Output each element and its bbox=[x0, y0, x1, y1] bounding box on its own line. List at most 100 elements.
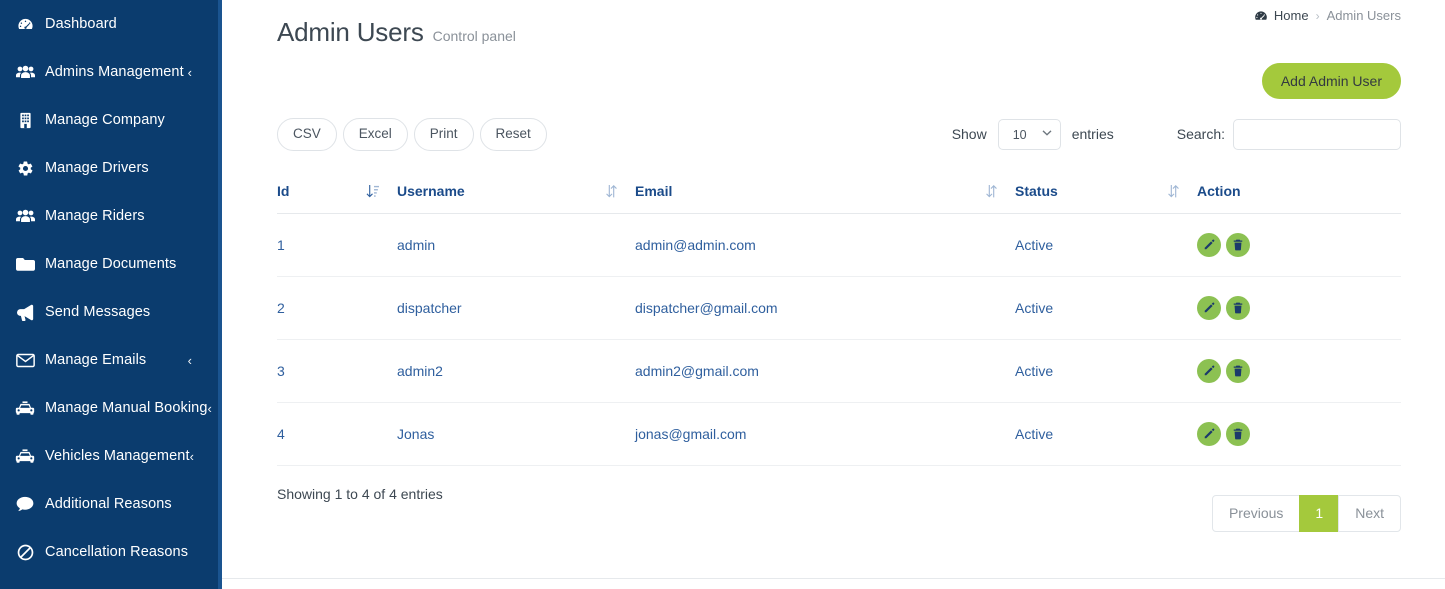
show-entries-control: Show 10 25 50 100 ent bbox=[952, 118, 1114, 150]
cell-id: 4 bbox=[277, 402, 397, 466]
edit-button[interactable] bbox=[1197, 295, 1221, 320]
cell-status: Active bbox=[1015, 339, 1197, 403]
entries-select-wrap: 10 25 50 100 bbox=[997, 118, 1061, 150]
table-row: 3 admin2 admin2@gmail.com Active bbox=[277, 339, 1401, 403]
sidebar-item-manage-drivers[interactable]: Manage Drivers bbox=[0, 144, 222, 192]
pagination-previous-button[interactable]: Previous bbox=[1211, 494, 1301, 532]
main-content: Admin Users Control panel Home › Admin U… bbox=[222, 0, 1445, 589]
pencil-icon bbox=[1203, 365, 1215, 377]
trash-icon bbox=[1232, 239, 1244, 251]
sidebar-item-dashboard[interactable]: Dashboard bbox=[0, 0, 222, 48]
trash-icon bbox=[1232, 365, 1244, 377]
sidebar-item-admins-management[interactable]: Admins Management ‹ bbox=[0, 48, 222, 96]
column-label: Id bbox=[277, 182, 290, 199]
print-button[interactable]: Print bbox=[413, 118, 474, 151]
sidebar-item-cancellation-reasons[interactable]: Cancellation Reasons bbox=[0, 528, 222, 576]
table-body: 1 admin admin@admin.com Active 2 dispatc… bbox=[277, 213, 1401, 466]
sort-icon bbox=[606, 184, 617, 198]
column-header-username[interactable]: Username bbox=[397, 174, 635, 214]
table-head: Id Username Email Status Action bbox=[277, 174, 1401, 214]
envelope-icon bbox=[14, 353, 36, 368]
export-excel-button[interactable]: Excel bbox=[342, 118, 408, 151]
table-footer: Showing 1 to 4 of 4 entries Previous 1 N… bbox=[277, 486, 1401, 532]
sidebar-item-label: Manage Company bbox=[45, 112, 165, 128]
cell-status: Active bbox=[1015, 213, 1197, 277]
sidebar-item-label: Admins Management bbox=[45, 64, 184, 80]
admin-users-page: Dashboard Admins Management ‹ Manage Com… bbox=[0, 0, 1445, 589]
page-title: Admin Users bbox=[277, 17, 424, 48]
building-icon bbox=[14, 112, 36, 129]
trash-icon bbox=[1232, 428, 1244, 440]
sidebar-item-manage-riders[interactable]: Manage Riders bbox=[0, 192, 222, 240]
column-header-status[interactable]: Status bbox=[1015, 174, 1197, 214]
sidebar-item-manage-manual-booking[interactable]: Manage Manual Booking ‹ bbox=[0, 384, 222, 432]
pagination-next-button[interactable]: Next bbox=[1338, 494, 1401, 532]
sidebar-item-label: Manage Riders bbox=[45, 208, 145, 224]
sidebar-item-manage-documents[interactable]: Manage Documents bbox=[0, 240, 222, 288]
table-toolbar: CSV Excel Print Reset Show 10 25 50 bbox=[277, 118, 1401, 151]
delete-button[interactable] bbox=[1226, 295, 1250, 320]
pagination: Previous 1 Next bbox=[1211, 494, 1401, 532]
sidebar: Dashboard Admins Management ‹ Manage Com… bbox=[0, 0, 222, 589]
entries-label: entries bbox=[1071, 126, 1114, 143]
column-header-email[interactable]: Email bbox=[635, 174, 1015, 214]
export-buttons-group: CSV Excel Print Reset bbox=[277, 118, 547, 151]
cell-username: admin bbox=[397, 213, 635, 277]
sidebar-item-additional-reasons[interactable]: Additional Reasons bbox=[0, 480, 222, 528]
column-label: Action bbox=[1197, 182, 1241, 199]
folder-icon bbox=[14, 256, 36, 272]
tachometer-icon bbox=[14, 16, 36, 33]
column-label: Username bbox=[397, 182, 465, 199]
trash-icon bbox=[1232, 302, 1244, 314]
sort-amount-down-icon bbox=[366, 184, 379, 198]
pencil-icon bbox=[1203, 302, 1215, 314]
sidebar-item-label: Dashboard bbox=[45, 16, 117, 32]
delete-button[interactable] bbox=[1226, 421, 1250, 446]
edit-button[interactable] bbox=[1197, 232, 1221, 257]
cell-id: 2 bbox=[277, 276, 397, 340]
sidebar-item-send-messages[interactable]: Send Messages bbox=[0, 288, 222, 336]
table-header-row: Id Username Email Status Action bbox=[277, 174, 1401, 214]
edit-button[interactable] bbox=[1197, 421, 1221, 446]
delete-button[interactable] bbox=[1226, 358, 1250, 383]
cell-username: admin2 bbox=[397, 339, 635, 403]
search-label: Search: bbox=[1176, 126, 1225, 143]
column-header-action: Action bbox=[1197, 174, 1401, 214]
cell-action bbox=[1197, 339, 1401, 403]
column-label: Email bbox=[635, 182, 673, 199]
reset-button[interactable]: Reset bbox=[479, 118, 547, 151]
sidebar-item-manage-emails[interactable]: Manage Emails ‹ bbox=[0, 336, 222, 384]
delete-button[interactable] bbox=[1226, 232, 1250, 257]
column-header-id[interactable]: Id bbox=[277, 174, 397, 214]
search-input[interactable] bbox=[1233, 118, 1401, 150]
edit-button[interactable] bbox=[1197, 358, 1221, 383]
add-admin-user-button[interactable]: Add Admin User bbox=[1261, 63, 1401, 99]
entries-info: Showing 1 to 4 of 4 entries bbox=[277, 485, 443, 502]
chevron-left-icon: ‹ bbox=[187, 64, 192, 80]
entries-select[interactable]: 10 25 50 100 bbox=[997, 118, 1061, 150]
cell-action bbox=[1197, 402, 1401, 466]
breadcrumb-current: Admin Users bbox=[1326, 8, 1401, 23]
table-row: 2 dispatcher dispatcher@gmail.com Active bbox=[277, 276, 1401, 340]
breadcrumb-home-link[interactable]: Home bbox=[1274, 8, 1309, 23]
export-csv-button[interactable]: CSV bbox=[277, 118, 337, 151]
chevron-left-icon: ‹ bbox=[187, 352, 192, 368]
sidebar-item-label: Vehicles Management bbox=[45, 448, 190, 464]
cell-username: Jonas bbox=[397, 402, 635, 466]
tachometer-icon bbox=[1254, 9, 1268, 23]
pagination-page-1-button[interactable]: 1 bbox=[1299, 494, 1340, 532]
sidebar-item-vehicles-management[interactable]: Vehicles Management ‹ bbox=[0, 432, 222, 480]
cell-email: admin2@gmail.com bbox=[635, 339, 1015, 403]
sidebar-item-manage-company[interactable]: Manage Company bbox=[0, 96, 222, 144]
sidebar-item-label: Additional Reasons bbox=[45, 496, 172, 512]
taxi-icon bbox=[14, 448, 36, 464]
sidebar-nav-list: Dashboard Admins Management ‹ Manage Com… bbox=[0, 0, 222, 576]
cell-id: 3 bbox=[277, 339, 397, 403]
cell-action bbox=[1197, 276, 1401, 340]
sidebar-item-label: Manage Manual Booking bbox=[45, 400, 208, 416]
taxi-icon bbox=[14, 400, 36, 416]
sort-icon bbox=[986, 184, 997, 198]
search-control: Search: bbox=[1176, 118, 1401, 150]
cell-id: 1 bbox=[277, 213, 397, 277]
cell-username: dispatcher bbox=[397, 276, 635, 340]
